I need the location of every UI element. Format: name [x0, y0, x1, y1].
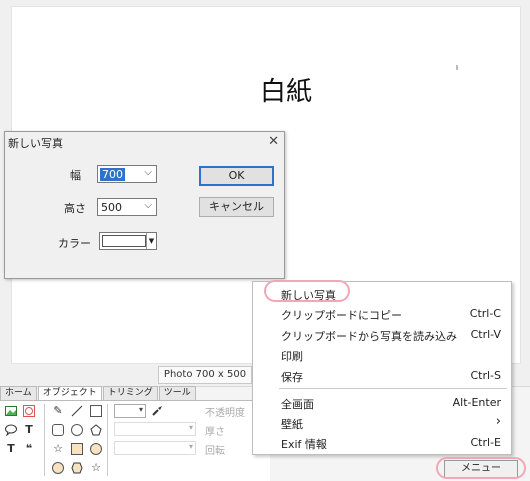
height-value: 500 [101, 201, 122, 214]
menu-shortcut-exif: Ctrl-E [470, 436, 502, 449]
menu-shortcut-save: Ctrl-S [470, 369, 501, 382]
star-icon[interactable]: ☆ [52, 443, 64, 455]
dropdown-arrow-icon: ▼ [146, 233, 156, 249]
opacity-label: 不透明度 [205, 408, 245, 419]
menu-item-wallpaper[interactable]: 壁紙 [281, 416, 303, 432]
chevron-down-icon: ⌵ [144, 200, 152, 211]
filled-circle-icon[interactable] [90, 443, 102, 455]
close-icon[interactable]: ✕ [268, 134, 279, 149]
rotation-select[interactable]: ▾ [114, 441, 196, 455]
quote-icon[interactable]: ❝ [23, 443, 35, 455]
rectangle-icon[interactable] [90, 405, 102, 417]
image-icon[interactable] [5, 405, 17, 417]
speech-bubble-icon[interactable] [5, 424, 17, 437]
hexagon-icon[interactable] [71, 462, 83, 474]
menu-separator [279, 388, 507, 389]
line-style-select[interactable]: ▾ [114, 404, 146, 418]
tab-home[interactable]: ホーム [0, 386, 37, 400]
width-label: 幅 [70, 169, 81, 182]
thickness-select[interactable]: ▾ [114, 422, 196, 436]
color-picker[interactable]: ▼ [99, 232, 157, 250]
width-value: 700 [100, 168, 125, 181]
canvas-mark [456, 65, 458, 70]
width-select[interactable]: 700 ⌵ [97, 165, 157, 183]
chevron-down-icon: ⌵ [144, 167, 152, 178]
star-outline-icon[interactable]: ☆ [90, 462, 102, 474]
eyedropper-icon[interactable] [151, 405, 163, 417]
color-swatch [102, 235, 146, 247]
color-label: カラー [58, 237, 91, 250]
highlight-new-photo [264, 280, 350, 302]
menu-item-paste-from-clipboard[interactable]: クリップボードから写真を読み込み [281, 328, 457, 344]
submenu-arrow-icon: › [495, 414, 501, 429]
divider [44, 404, 45, 476]
menu-item-print[interactable]: 印刷 [281, 348, 303, 364]
tab-object[interactable]: オブジェクト [37, 386, 102, 400]
menu-item-fullscreen[interactable]: 全画面 [281, 396, 314, 412]
ok-button[interactable]: OK [199, 166, 274, 186]
sticker-icon[interactable] [23, 405, 35, 417]
menu-shortcut-copy: Ctrl-C [469, 307, 501, 320]
photo-size-status: Photo 700 x 500 [158, 366, 252, 384]
menu-item-exif-info[interactable]: Exif 情報 [281, 436, 327, 452]
height-select[interactable]: 500 ⌵ [97, 198, 157, 216]
canvas-title: 白紙 [260, 77, 313, 107]
thickness-label: 厚さ [205, 427, 225, 438]
rotation-label: 回転 [205, 446, 225, 457]
new-photo-dialog: 新しい写真 ✕ 幅 700 ⌵ 高さ 500 ⌵ カラー ▼ OK キャンセル [4, 131, 285, 279]
divider [107, 404, 108, 476]
text-box-icon[interactable]: T [5, 443, 17, 455]
ribbon-tabs: ホーム オブジェクト トリミング ツール [0, 386, 197, 400]
filled-ellipse-icon[interactable] [52, 462, 64, 474]
dialog-title: 新しい写真 [8, 137, 63, 150]
pen-icon[interactable]: ✎ [52, 405, 64, 417]
highlight-menu-button [436, 457, 526, 479]
tab-trimming[interactable]: トリミング [102, 386, 158, 400]
cancel-button[interactable]: キャンセル [199, 197, 274, 217]
pentagon-icon[interactable] [90, 424, 102, 436]
ellipse-icon[interactable] [71, 424, 83, 436]
text-icon[interactable]: T [23, 424, 35, 436]
menu-item-copy-to-clipboard[interactable]: クリップボードにコピー [281, 307, 402, 323]
tab-tools[interactable]: ツール [158, 386, 196, 400]
context-menu: 新しい写真 クリップボードにコピー Ctrl-C クリップボードから写真を読み込… [252, 281, 512, 455]
menu-shortcut-fullscreen: Alt-Enter [452, 396, 501, 409]
line-icon[interactable] [71, 405, 83, 417]
filled-rectangle-icon[interactable] [71, 443, 83, 455]
menu-item-save[interactable]: 保存 [281, 369, 303, 385]
menu-shortcut-paste: Ctrl-V [470, 328, 501, 341]
rounded-rectangle-icon[interactable] [52, 424, 64, 436]
height-label: 高さ [64, 202, 86, 215]
